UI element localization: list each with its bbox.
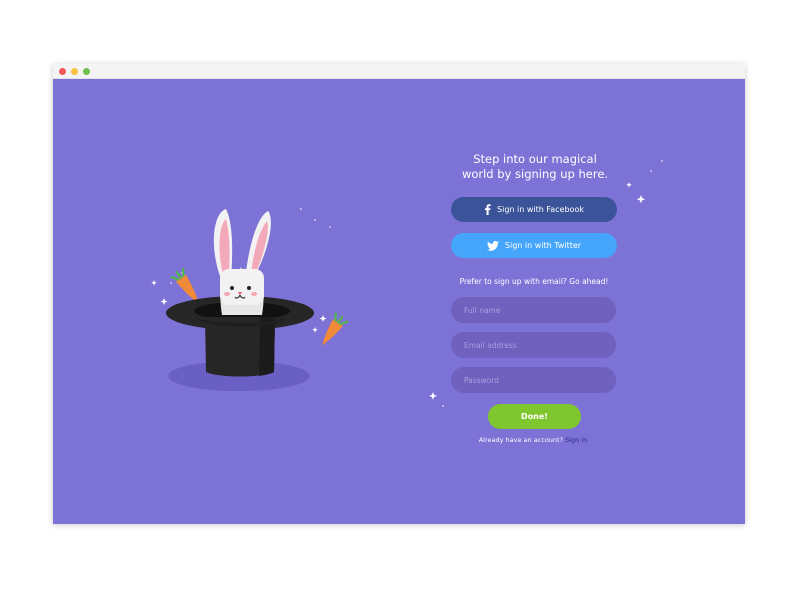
sparkle-dot [661, 160, 663, 162]
done-button[interactable]: Done! [488, 404, 581, 429]
twitter-icon [486, 240, 499, 251]
facebook-signin-button[interactable]: Sign in with Facebook [451, 197, 617, 222]
twitter-signin-button[interactable]: Sign in with Twitter [451, 233, 617, 258]
full-name-field[interactable]: Full name [451, 297, 616, 323]
sign-in-link[interactable]: Sign in [565, 436, 587, 444]
rabbit-icon [213, 209, 271, 315]
email-signup-prompt: Prefer to sign up with email? Go ahead! [459, 277, 609, 286]
rabbit-in-hat-illustration [166, 209, 349, 391]
password-field[interactable]: Password [451, 367, 616, 393]
minimize-window-button[interactable] [71, 68, 78, 75]
headline-line-2: world by signing up here. [461, 167, 609, 181]
carrot-icon [321, 312, 349, 346]
headline-line-1: Step into our magical [473, 152, 597, 166]
signup-page: Step into our magical world by signing u… [53, 79, 745, 524]
facebook-button-label: Sign in with Facebook [497, 205, 584, 214]
already-have-account-label: Already have an account? [478, 436, 564, 444]
sparkle-dot [442, 405, 444, 407]
close-window-button[interactable] [59, 68, 66, 75]
twitter-button-label: Sign in with Twitter [504, 241, 582, 250]
window-titlebar [53, 64, 745, 79]
signup-headline: Step into our magical world by signing u… [442, 152, 628, 182]
maximize-window-button[interactable] [83, 68, 90, 75]
sparkle-icon [626, 182, 632, 188]
sparkle-dot [650, 170, 652, 172]
already-have-account-text: Already have an account? Sign in [463, 436, 603, 444]
browser-window: Step into our magical world by signing u… [53, 64, 745, 524]
email-field[interactable]: Email address [451, 332, 616, 358]
facebook-icon [484, 204, 491, 215]
sparkle-icon [636, 195, 646, 204]
sparkle-icon [429, 392, 437, 400]
